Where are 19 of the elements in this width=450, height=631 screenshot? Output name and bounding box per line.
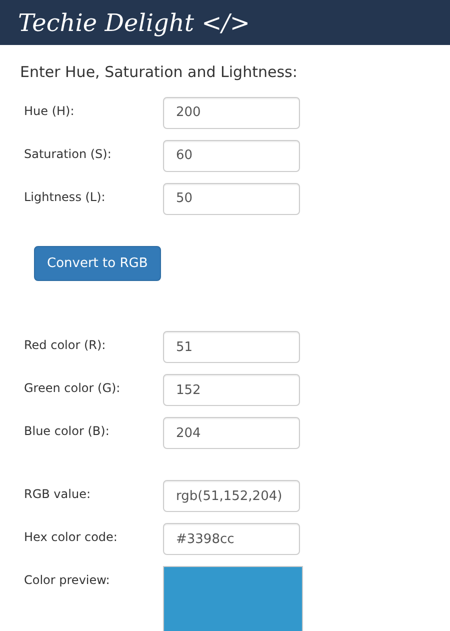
field-label: Green color (G): xyxy=(23,380,122,397)
input-field[interactable]: 60 xyxy=(163,140,300,172)
input-field[interactable]: 51 xyxy=(163,331,300,363)
field-label: RGB value: xyxy=(23,486,92,503)
input-field[interactable]: 152 xyxy=(163,374,300,406)
input-field[interactable]: 50 xyxy=(163,182,300,214)
input-field[interactable]: 200 xyxy=(163,96,300,128)
field-label: Blue color (B): xyxy=(23,423,110,440)
field-label: Color preview: xyxy=(23,572,111,589)
input-field[interactable]: rgb(51,152,204) xyxy=(163,480,300,512)
field-label: Red color (R): xyxy=(23,337,107,354)
field-label: Lightness (L): xyxy=(23,188,106,206)
field-label: Saturation (S): xyxy=(23,146,112,162)
field-label: Hue (H): xyxy=(23,102,76,120)
input-field[interactable]: 204 xyxy=(163,417,300,449)
form-heading: Enter Hue, Saturation and Lightness: xyxy=(20,62,298,83)
field-label: Hex color code: xyxy=(23,529,118,546)
input-field[interactable]: #3398cc xyxy=(163,523,300,555)
convert-button[interactable]: Convert to RGB xyxy=(34,246,161,281)
